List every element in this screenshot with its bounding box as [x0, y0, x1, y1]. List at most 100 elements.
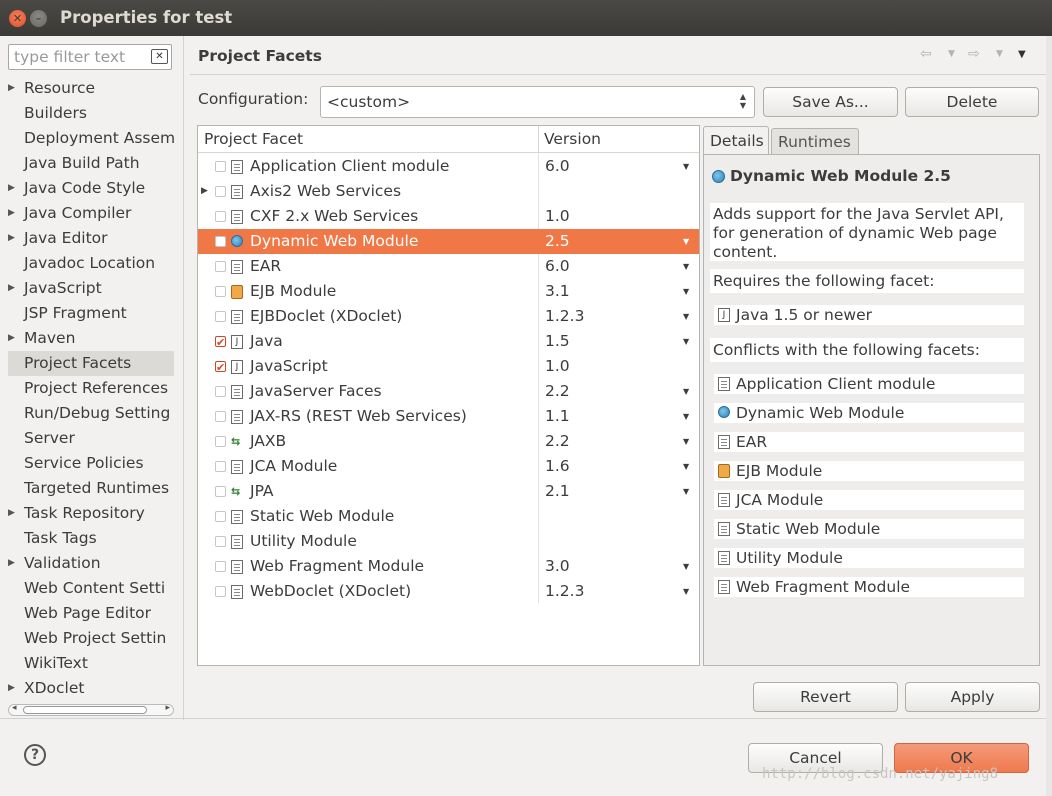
facet-checkbox[interactable] — [215, 311, 226, 322]
tree-item[interactable]: Targeted Runtimes — [8, 476, 174, 501]
scrollbar-thumb[interactable] — [23, 706, 147, 714]
table-row[interactable]: JavaServer Faces 2.2 ▼ — [198, 379, 699, 404]
expand-arrow-icon[interactable]: ▶ — [8, 201, 15, 226]
table-row[interactable]: ⇆ JPA 2.1 ▼ — [198, 479, 699, 504]
back-dropdown-icon[interactable]: ▼ — [948, 49, 955, 59]
facet-version[interactable]: 1.0 — [545, 354, 570, 379]
close-window-button[interactable]: ✕ — [9, 10, 26, 27]
expand-arrow-icon[interactable]: ▶ — [8, 76, 15, 101]
facet-checkbox[interactable] — [215, 236, 226, 247]
tree-item[interactable]: Javadoc Location — [8, 251, 174, 276]
table-row[interactable]: J JavaScript 1.0 — [198, 354, 699, 380]
table-row[interactable]: Static Web Module — [198, 504, 699, 529]
tree-item[interactable]: Deployment Assem — [8, 126, 174, 151]
facet-version[interactable]: 2.5 — [545, 229, 570, 254]
table-row[interactable]: Application Client module 6.0 ▼ — [198, 154, 699, 179]
version-dropdown-icon[interactable]: ▼ — [683, 579, 689, 604]
facet-version[interactable]: 1.2.3 — [545, 304, 584, 329]
facet-checkbox[interactable] — [215, 411, 226, 422]
configuration-combo[interactable]: <custom> ▲ ▼ — [320, 86, 755, 118]
tree-item[interactable]: Server — [8, 426, 174, 451]
tree-item[interactable]: Task Tags — [8, 526, 174, 551]
tree-item[interactable]: ▶ Java Code Style — [8, 176, 174, 201]
facet-version[interactable]: 2.2 — [545, 379, 570, 404]
facet-version[interactable]: 1.0 — [545, 204, 570, 229]
tree-horizontal-scrollbar[interactable]: ◂ ▸ — [8, 703, 174, 716]
table-row[interactable]: ▶ Axis2 Web Services — [198, 179, 699, 204]
scroll-right-icon[interactable]: ▸ — [165, 703, 170, 713]
facet-version[interactable]: 2.1 — [545, 479, 570, 504]
column-header-facet[interactable]: Project Facet — [204, 130, 303, 148]
facet-checkbox[interactable] — [215, 561, 226, 572]
pane-divider[interactable] — [183, 36, 184, 720]
expand-arrow-icon[interactable]: ▶ — [8, 326, 15, 351]
facet-checkbox[interactable] — [215, 586, 226, 597]
facet-checkbox[interactable] — [215, 436, 226, 447]
table-row[interactable]: Dynamic Web Module 2.5 ▼ — [198, 229, 699, 254]
tree-item[interactable]: Run/Debug Setting — [8, 401, 174, 426]
table-row[interactable]: J Java 1.5 ▼ — [198, 329, 699, 355]
facet-version[interactable]: 1.1 — [545, 404, 570, 429]
facet-version[interactable]: 6.0 — [545, 254, 570, 279]
facet-checkbox[interactable] — [215, 355, 226, 380]
tree-item[interactable]: ▶ Task Repository — [8, 501, 174, 526]
filter-input[interactable] — [12, 47, 146, 67]
tree-item[interactable]: ▶ Java Editor — [8, 226, 174, 251]
facet-checkbox[interactable] — [215, 211, 226, 222]
tree-item[interactable]: JSP Fragment — [8, 301, 174, 326]
version-dropdown-icon[interactable]: ▼ — [683, 329, 689, 354]
version-dropdown-icon[interactable]: ▼ — [683, 479, 689, 504]
table-row[interactable]: JAX-RS (REST Web Services) 1.1 ▼ — [198, 404, 699, 429]
tree-item[interactable]: WikiText — [8, 651, 174, 676]
tree-item[interactable]: ▶ Maven — [8, 326, 174, 351]
tree-item[interactable]: Builders — [8, 101, 174, 126]
help-icon[interactable]: ? — [24, 744, 46, 766]
tree-item[interactable]: Java Build Path — [8, 151, 174, 176]
expand-arrow-icon[interactable]: ▶ — [8, 676, 15, 701]
version-dropdown-icon[interactable]: ▼ — [683, 429, 689, 454]
facet-checkbox[interactable] — [215, 386, 226, 397]
tree-item[interactable]: ▶ XDoclet — [8, 676, 174, 701]
facet-version[interactable]: 3.0 — [545, 554, 570, 579]
table-row[interactable]: ⇆ JAXB 2.2 ▼ — [198, 429, 699, 454]
table-row[interactable]: EJB Module 3.1 ▼ — [198, 279, 699, 304]
expand-arrow-icon[interactable]: ▶ — [8, 176, 15, 201]
tree-item[interactable]: ▶ Resource — [8, 76, 174, 101]
tree-item[interactable]: ▶ Validation — [8, 551, 174, 576]
view-menu-icon[interactable]: ▼ — [1018, 49, 1026, 60]
facet-version[interactable]: 3.1 — [545, 279, 570, 304]
expand-arrow-icon[interactable]: ▶ — [201, 179, 208, 204]
facet-version[interactable]: 1.6 — [545, 454, 570, 479]
version-dropdown-icon[interactable]: ▼ — [683, 404, 689, 429]
facet-checkbox[interactable] — [215, 186, 226, 197]
back-arrow-icon[interactable]: ⇦ — [920, 46, 932, 62]
version-dropdown-icon[interactable]: ▼ — [683, 454, 689, 479]
tree-item[interactable]: Web Project Settin — [8, 626, 174, 651]
revert-button[interactable]: Revert — [753, 682, 898, 712]
tree-item[interactable]: Service Policies — [8, 451, 174, 476]
minimize-window-button[interactable]: – — [30, 10, 47, 27]
tab-runtimes[interactable]: Runtimes — [771, 128, 859, 154]
table-row[interactable]: EAR 6.0 ▼ — [198, 254, 699, 279]
version-dropdown-icon[interactable]: ▼ — [683, 229, 689, 254]
tree-item[interactable]: ▶ Java Compiler — [8, 201, 174, 226]
expand-arrow-icon[interactable]: ▶ — [8, 226, 15, 251]
version-dropdown-icon[interactable]: ▼ — [683, 279, 689, 304]
tree-item[interactable]: Project Facets — [8, 351, 174, 376]
clear-filter-icon[interactable]: ✕ — [151, 49, 168, 64]
facet-version[interactable]: 1.5 — [545, 329, 570, 354]
tree-item[interactable]: Web Page Editor — [8, 601, 174, 626]
table-row[interactable]: Utility Module — [198, 529, 699, 554]
facet-version[interactable]: 6.0 — [545, 154, 570, 179]
facet-checkbox[interactable] — [215, 536, 226, 547]
tree-item[interactable]: Project References — [8, 376, 174, 401]
facet-checkbox[interactable] — [215, 486, 226, 497]
facet-version[interactable]: 1.2.3 — [545, 579, 584, 604]
facet-checkbox[interactable] — [215, 330, 226, 355]
tab-details[interactable]: Details — [703, 126, 769, 155]
expand-arrow-icon[interactable]: ▶ — [8, 551, 15, 576]
version-dropdown-icon[interactable]: ▼ — [683, 254, 689, 279]
apply-button[interactable]: Apply — [905, 682, 1040, 712]
version-dropdown-icon[interactable]: ▼ — [683, 379, 689, 404]
forward-arrow-icon[interactable]: ⇨ — [968, 46, 980, 62]
